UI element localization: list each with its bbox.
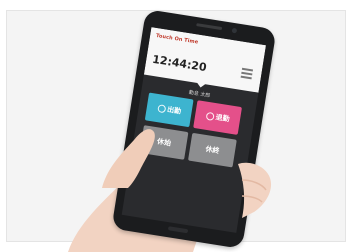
hand-icon [156,104,166,114]
clock-display: 12:44:20 [151,52,208,75]
break-end-button[interactable]: 休終 [188,132,237,168]
clock-out-button[interactable]: 退勤 [193,100,242,135]
break-end-label: 休終 [204,145,220,156]
finger-image [238,162,272,218]
panel-pointer [195,81,207,89]
app-logo: Touch On Time [155,32,199,46]
thumb-image [102,129,155,188]
clock-out-label: 退勤 [214,113,231,124]
hand-icon [205,111,215,121]
menu-icon[interactable] [240,67,254,80]
clock-in-label: 出勤 [166,105,182,116]
